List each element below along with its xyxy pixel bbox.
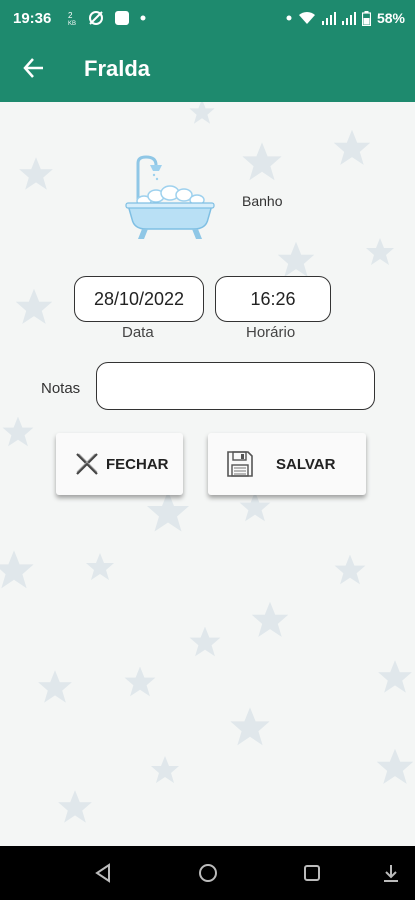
- notes-input[interactable]: [96, 362, 375, 410]
- sim-icon: 2KB: [68, 11, 76, 26]
- dot-icon: [286, 15, 292, 21]
- save-button-label: SALVAR: [276, 455, 336, 473]
- svg-text:KB: KB: [68, 21, 76, 26]
- notes-label: Notas: [41, 380, 81, 397]
- date-label: Data: [122, 324, 154, 341]
- status-right-icons: 58%: [286, 10, 405, 26]
- save-button[interactable]: SALVAR: [208, 433, 366, 495]
- signal-icon: [341, 12, 356, 25]
- app-bar: Fralda: [0, 36, 415, 102]
- signal-icon: [321, 12, 336, 25]
- time-label: Horário: [246, 324, 296, 341]
- wifi-icon: [298, 11, 315, 24]
- x-icon: [76, 453, 98, 475]
- bathtub-icon[interactable]: [124, 155, 216, 241]
- close-button-label: FECHAR: [106, 455, 169, 473]
- close-button[interactable]: FECHAR: [56, 433, 183, 495]
- status-bar: 19:36 2 KB 58%: [0, 0, 415, 36]
- system-nav-bar: [0, 846, 415, 900]
- battery-icon: [361, 10, 371, 26]
- battery-percent: 58%: [376, 10, 405, 26]
- floppy-disk-icon: [227, 451, 253, 477]
- download-icon[interactable]: [380, 862, 402, 884]
- svg-text:2: 2: [68, 11, 73, 20]
- back-triangle-icon[interactable]: [93, 862, 115, 884]
- home-circle-icon[interactable]: [197, 862, 219, 884]
- recents-square-icon[interactable]: [301, 862, 323, 884]
- no-sync-icon: [89, 11, 103, 25]
- date-field[interactable]: 28/10/2022: [74, 276, 204, 322]
- status-left-icons: 2 KB: [68, 10, 146, 26]
- arrow-left-icon[interactable]: [20, 54, 48, 82]
- dot-icon: [140, 15, 146, 21]
- page-title: Fralda: [84, 56, 151, 81]
- time-field[interactable]: 16:26: [215, 276, 331, 322]
- app-icon: [115, 11, 129, 25]
- activity-label: Banho: [242, 193, 283, 209]
- status-time: 19:36: [13, 10, 52, 27]
